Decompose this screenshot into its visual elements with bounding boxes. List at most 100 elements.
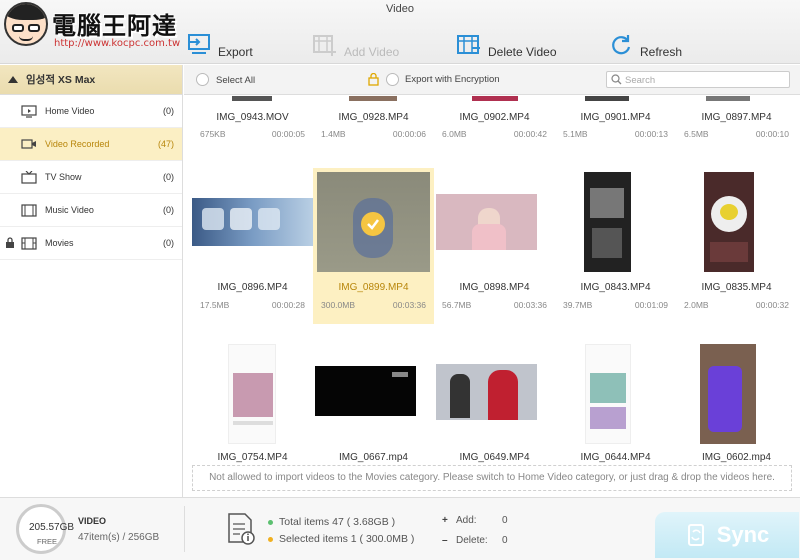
video-thumbnail	[192, 198, 313, 246]
add-video-icon	[313, 35, 336, 56]
tv-icon	[20, 170, 38, 184]
refresh-button[interactable]: Refresh	[608, 28, 682, 62]
video-size: 5.1MB	[563, 129, 588, 139]
video-tile[interactable]: IMG_0754.MP4	[192, 340, 313, 480]
video-tile[interactable]: IMG_0843.MP4 39.7MB 00:01:09	[555, 168, 676, 324]
video-size: 39.7MB	[563, 300, 593, 310]
video-tile[interactable]: IMG_0896.MP4 17.5MB 00:00:28	[192, 168, 313, 324]
export-button[interactable]: Export	[186, 28, 253, 62]
storage-ring: 205.57GB FREE	[16, 504, 74, 554]
export-encryption-checkbox[interactable]	[386, 73, 399, 86]
video-grid: IMG_0943.MOV 675KB 00:00:05 IMG_0928.MP4 …	[184, 96, 800, 496]
lock-icon	[5, 237, 15, 249]
sidebar-item-label: Video Recorded	[45, 139, 110, 149]
video-name: IMG_0898.MP4	[459, 282, 530, 293]
music-video-icon	[20, 203, 38, 217]
add-video-button[interactable]: Add Video	[312, 28, 399, 62]
free-space-label: FREE	[37, 537, 58, 546]
encryption-lock-icon	[368, 72, 379, 89]
sidebar: 임성적 XS Max Home Video (0) Video Recorded…	[0, 65, 183, 497]
delete-video-button[interactable]: Delete Video	[456, 28, 557, 62]
video-tile[interactable]: IMG_0928.MP4 1.4MB 00:00:06	[313, 96, 434, 146]
video-tile[interactable]: IMG_0602.mp4	[676, 340, 797, 480]
watermark-logo: 電腦王阿達 http://www.kocpc.com.tw	[4, 2, 184, 50]
video-tile[interactable]: IMG_0649.MP4	[434, 340, 555, 480]
sidebar-item-video-recorded[interactable]: Video Recorded (47)	[0, 128, 182, 161]
film-icon	[20, 236, 38, 250]
sync-button[interactable]: Sync	[655, 512, 799, 558]
divider	[184, 506, 185, 552]
delete-label: Delete:	[456, 535, 488, 546]
video-tile[interactable]: IMG_0667.mp4	[313, 340, 434, 480]
video-duration: 00:00:06	[392, 129, 426, 139]
video-thumbnail	[585, 344, 631, 444]
video-name: IMG_0901.MP4	[580, 112, 651, 123]
selected-items-text: Selected items 1 ( 300.0MB )	[279, 533, 415, 545]
video-tile[interactable]: IMG_0902.MP4 6.0MB 00:00:42	[434, 96, 555, 146]
export-encryption-label: Export with Encryption	[405, 74, 500, 85]
sidebar-item-label: Music Video	[45, 205, 94, 215]
add-video-label: Add Video	[344, 45, 400, 59]
video-duration: 00:00:28	[271, 300, 305, 310]
sidebar-item-music-video[interactable]: Music Video (0)	[0, 194, 182, 227]
sidebar-item-count: (0)	[163, 238, 174, 248]
video-name: IMG_0897.MP4	[701, 112, 772, 123]
add-value: 0	[502, 515, 508, 526]
video-name: IMG_0902.MP4	[459, 112, 530, 123]
video-thumbnail	[555, 96, 676, 102]
minus-icon: –	[442, 535, 448, 546]
search-placeholder: Search	[625, 75, 656, 86]
video-name: IMG_0928.MP4	[338, 112, 409, 123]
video-tile[interactable]: IMG_0943.MOV 675KB 00:00:05	[192, 96, 313, 146]
toolbar: Video 電腦王阿達 http://www.kocpc.com.tw Expo…	[0, 0, 800, 64]
video-tile[interactable]: IMG_0897.MP4 6.5MB 00:00:10	[676, 96, 797, 146]
sync-icon	[687, 524, 704, 546]
select-all-checkbox[interactable]	[196, 73, 209, 86]
video-size: 300.0MB	[321, 300, 356, 310]
video-size: 675KB	[200, 129, 226, 139]
video-tile[interactable]: IMG_0835.MP4 2.0MB 00:00:32	[676, 168, 797, 324]
video-size: 2.0MB	[684, 300, 709, 310]
search-icon	[611, 74, 622, 88]
video-tile[interactable]: IMG_0901.MP4 5.1MB 00:00:13	[555, 96, 676, 146]
sidebar-item-label: Home Video	[45, 106, 95, 116]
section-label: VIDEO	[78, 516, 107, 526]
device-name: 임성적 XS Max	[26, 74, 96, 86]
sidebar-item-label: Movies	[45, 238, 74, 248]
video-tile[interactable]: IMG_0898.MP4 56.7MB 00:03:36	[434, 168, 555, 324]
delete-value: 0	[502, 535, 508, 546]
video-size: 1.4MB	[321, 129, 346, 139]
plus-icon: +	[442, 515, 448, 526]
sidebar-item-movies[interactable]: Movies (0)	[0, 227, 182, 260]
add-label: Add:	[456, 515, 477, 526]
selected-items: Selected items 1 ( 300.0MB )	[268, 533, 414, 545]
capacity-info: 47item(s) / 256GB	[78, 532, 160, 543]
sidebar-item-count: (0)	[163, 205, 174, 215]
video-size: 6.5MB	[684, 129, 709, 139]
video-thumbnail	[700, 344, 756, 444]
sidebar-item-count: (0)	[163, 172, 174, 182]
logo-url: http://www.kocpc.com.tw	[54, 38, 181, 49]
refresh-icon	[612, 35, 631, 55]
video-name: IMG_0649.MP4	[459, 452, 530, 463]
refresh-label: Refresh	[640, 45, 683, 59]
video-thumbnail	[317, 172, 430, 272]
video-name: IMG_0943.MOV	[216, 112, 289, 123]
sidebar-item-home-video[interactable]: Home Video (0)	[0, 95, 182, 128]
video-size: 17.5MB	[200, 300, 230, 310]
sidebar-item-count: (0)	[163, 106, 174, 116]
search-input[interactable]: Search	[606, 71, 790, 88]
video-name: IMG_0602.mp4	[702, 452, 771, 463]
video-duration: 00:01:09	[634, 300, 668, 310]
video-thumbnail	[228, 344, 276, 444]
video-duration: 00:00:10	[755, 129, 789, 139]
video-duration: 00:00:05	[271, 129, 305, 139]
device-header[interactable]: 임성적 XS Max	[0, 65, 182, 95]
total-items-text: Total items 47 ( 3.68GB )	[279, 516, 396, 528]
sidebar-item-tv-show[interactable]: TV Show (0)	[0, 161, 182, 194]
video-duration: 00:00:42	[513, 129, 547, 139]
video-tile[interactable]: IMG_0644.MP4	[555, 340, 676, 480]
sidebar-item-count: (47)	[157, 139, 174, 149]
filter-bar: Select All Export with Encryption Search	[184, 65, 800, 95]
video-tile-selected[interactable]: IMG_0899.MP4 300.0MB 00:03:36	[313, 168, 434, 324]
